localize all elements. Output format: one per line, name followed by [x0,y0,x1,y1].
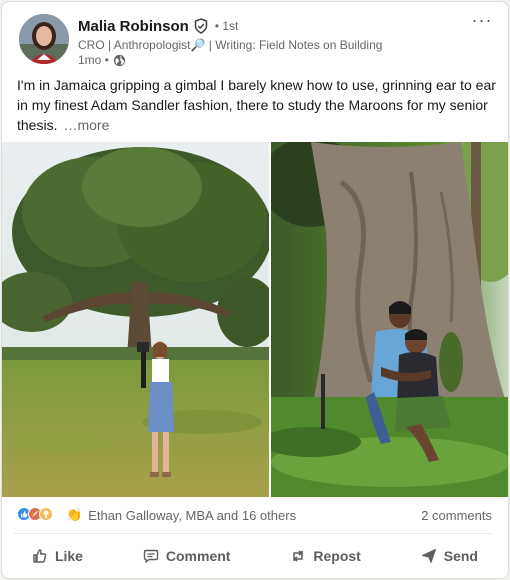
clap-emoji-icon: 👏 [66,507,83,522]
action-bar: Like Comment Repost Send [2,539,508,573]
reactors-text[interactable]: Ethan Galloway, MBA and 16 others [88,508,296,523]
repost-label: Repost [313,548,361,564]
send-button[interactable]: Send [411,542,488,570]
avatar[interactable] [19,14,69,64]
more-icon[interactable]: ··· [470,11,494,34]
comment-icon [143,549,159,563]
post-time: 1mo • [78,53,109,67]
send-icon [421,549,436,563]
divider [14,533,492,534]
comments-count[interactable]: 2 comments [421,508,492,523]
comment-button[interactable]: Comment [133,542,241,570]
author-headline: CRO | Anthropologist🔎 | Writing: Field N… [78,38,383,52]
comment-label: Comment [165,548,231,564]
verified-icon [193,18,209,34]
like-icon [33,549,47,563]
post-card: Malia Robinson • 1st CRO | Anthropologis… [1,1,509,579]
repost-icon [293,550,304,562]
like-label: Like [54,548,83,564]
photo-girl-with-gimbal[interactable] [2,142,269,497]
reaction-icons[interactable] [17,506,53,524]
repost-button[interactable]: Repost [280,542,370,570]
see-more-link[interactable]: …more [63,117,109,133]
author-name[interactable]: Malia Robinson [78,18,189,35]
insightful-reaction-icon [39,506,53,524]
post-body: I'm in Jamaica gripping a gimbal I barel… [17,75,497,135]
post-header: Malia Robinson • 1st CRO | Anthropologis… [19,11,494,72]
post-images [2,142,508,497]
like-button[interactable]: Like [22,542,93,570]
connection-degree: • 1st [214,19,239,33]
photo-couple-under-tree[interactable] [271,142,508,497]
social-counts: 👏 Ethan Galloway, MBA and 16 others 2 co… [17,505,492,525]
send-label: Send [443,548,478,564]
globe-icon [113,54,126,67]
